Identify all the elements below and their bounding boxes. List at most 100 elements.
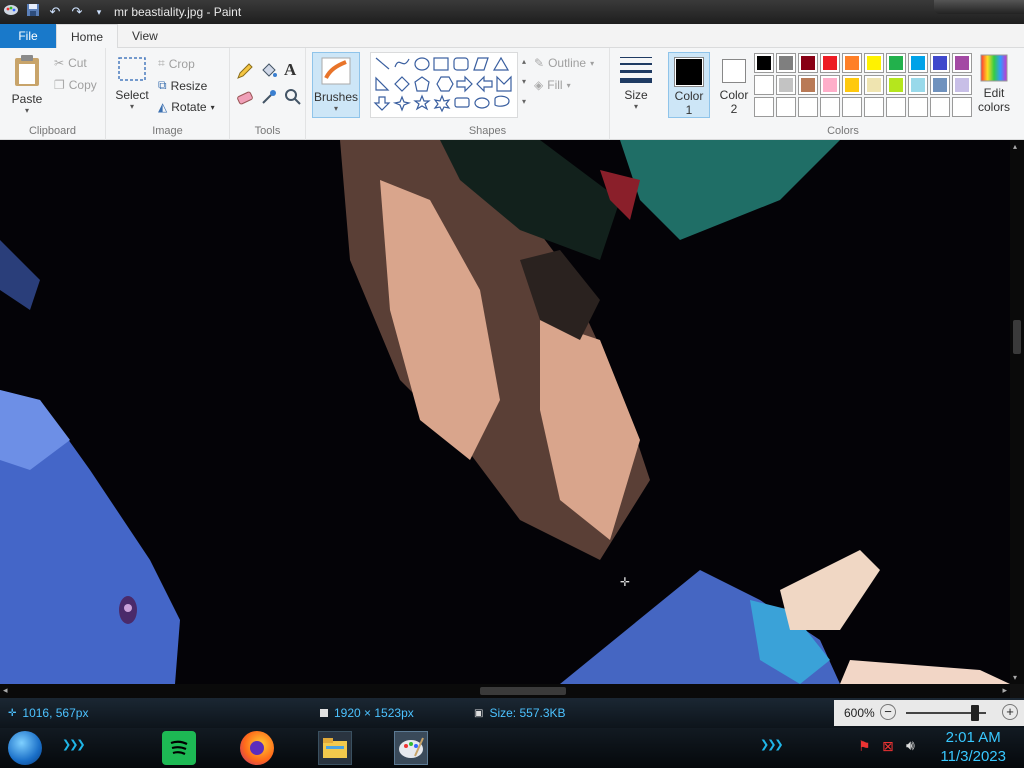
zoom-control: 600% − + [834,700,1024,726]
palette-swatch[interactable] [754,75,774,95]
fill-button[interactable]: ◈ Fill ▾ [534,78,571,92]
redo-icon[interactable]: ↷ [68,3,86,21]
resize-button[interactable]: ⧉ Resize [158,78,207,93]
palette-swatch[interactable] [908,53,928,73]
horizontal-scrollbar[interactable]: ◂ ▸ [0,684,1010,698]
color1-button[interactable]: Color 1 [668,52,710,118]
palette-swatch[interactable] [820,75,840,95]
palette-swatch[interactable] [930,75,950,95]
scroll-up-icon[interactable]: ▴ [1013,142,1017,151]
palette-swatch[interactable] [842,53,862,73]
color-picker-icon[interactable] [260,88,278,109]
window-controls[interactable] [934,0,1024,14]
palette-swatch[interactable] [754,53,774,73]
customize-toolbar-icon[interactable]: ▾ [90,3,108,21]
zoom-in-button[interactable]: + [1002,704,1018,720]
custom-color-slot[interactable] [798,97,818,117]
outline-button[interactable]: ✎ Outline ▾ [534,56,594,70]
system-clock[interactable]: 2:01 AM 11/3/2023 [940,728,1006,766]
zoom-out-button[interactable]: − [880,704,896,720]
palette-swatch[interactable] [886,53,906,73]
palette-swatch-fill [933,78,947,92]
palette-swatch-fill [933,56,947,70]
custom-color-slot[interactable] [886,97,906,117]
cut-button[interactable]: ✂ Cut [54,56,87,70]
horizontal-scroll-thumb[interactable] [480,687,566,695]
custom-color-slot[interactable] [820,97,840,117]
palette-swatch[interactable] [886,75,906,95]
action-center-icon[interactable]: ⚑ [858,738,871,755]
palette-swatch[interactable] [930,53,950,73]
zoom-slider-thumb[interactable] [970,705,979,721]
palette-swatch[interactable] [952,75,972,95]
custom-color-slot[interactable] [952,97,972,117]
drawing-canvas[interactable]: ✛ [0,140,1010,684]
scroll-left-icon[interactable]: ◂ [3,685,8,696]
palette-swatch-fill [867,56,881,70]
paste-button[interactable]: Paste ▾ [6,54,48,115]
text-tool-icon[interactable]: A [284,60,296,80]
palette-swatch[interactable] [864,53,884,73]
tools-group: A Tools [230,48,306,140]
color2-label: Color [719,88,749,102]
vertical-scroll-thumb[interactable] [1013,320,1021,354]
custom-color-slot[interactable] [908,97,928,117]
palette-swatch[interactable] [952,53,972,73]
size-button[interactable]: Size ▾ [614,54,658,111]
palette-swatch[interactable] [776,75,796,95]
fill-label: Fill [547,78,563,92]
color1-swatch [676,59,702,85]
copy-button[interactable]: ❐ Copy [54,78,97,92]
pencil-icon[interactable] [236,62,254,83]
save-icon[interactable] [24,3,42,21]
palette-swatch[interactable] [908,75,928,95]
scroll-right-icon[interactable]: ▸ [1002,685,1007,696]
rotate-button[interactable]: ◭ Rotate ▾ [158,100,215,114]
fill-bucket-icon[interactable] [260,62,278,83]
zoom-slider[interactable] [906,705,986,721]
custom-color-slot[interactable] [842,97,862,117]
shapes-gallery-scroller[interactable]: ▴ ▾ ▾ [518,52,530,118]
title-bar: ↶ ↷ ▾ mr beastiality.jpg - Paint [0,0,1024,24]
chevron-down-icon: ▾ [590,58,595,68]
select-button[interactable]: Select ▾ [114,56,150,111]
start-button[interactable] [8,731,42,765]
color2-button[interactable]: Color 2 [714,52,754,118]
palette-swatch[interactable] [864,75,884,95]
custom-color-slot[interactable] [754,97,774,117]
eraser-icon[interactable] [236,88,254,109]
magnifier-icon[interactable] [284,88,302,109]
tab-file[interactable]: File [0,24,56,48]
firefox-icon[interactable] [240,731,274,765]
custom-color-slot[interactable] [930,97,950,117]
file-size-text: Size: 557.3KB [489,706,566,720]
crop-button[interactable]: ⌗ Crop [158,56,195,71]
undo-icon[interactable]: ↶ [46,3,64,21]
palette-swatch[interactable] [798,75,818,95]
brushes-button[interactable]: Brushes ▾ [312,52,360,118]
palette-swatch[interactable] [820,53,840,73]
palette-swatch[interactable] [776,53,796,73]
cursor-position: ✛ 1016, 567px [8,706,88,720]
status-bar: ✛ 1016, 567px 1920 × 1523px ▣ Size: 557.… [0,698,1024,728]
tab-view[interactable]: View [118,24,172,48]
paint-taskbar-icon[interactable] [394,731,428,765]
spotify-icon[interactable] [162,731,196,765]
tab-home[interactable]: Home [56,24,119,49]
custom-color-slot[interactable] [864,97,884,117]
volume-icon[interactable]: 🔊︎ [906,737,915,754]
palette-swatch[interactable] [842,75,862,95]
color-palette [754,53,974,119]
file-explorer-icon[interactable] [318,731,352,765]
edit-colors-button[interactable]: Edit colors [976,54,1012,114]
paint-app-icon[interactable] [2,3,20,21]
vertical-scrollbar[interactable]: ▴ ▾ [1010,140,1024,684]
resize-icon: ⧉ [158,78,167,92]
edit-colors-label-line1: Edit [983,86,1005,100]
scroll-down-icon[interactable]: ▾ [1013,673,1017,682]
custom-color-slot[interactable] [776,97,796,117]
network-disconnected-icon[interactable]: ⊠ [882,738,894,755]
window-title: mr beastiality.jpg - Paint [114,5,242,19]
paste-icon [15,55,39,86]
palette-swatch[interactable] [798,53,818,73]
